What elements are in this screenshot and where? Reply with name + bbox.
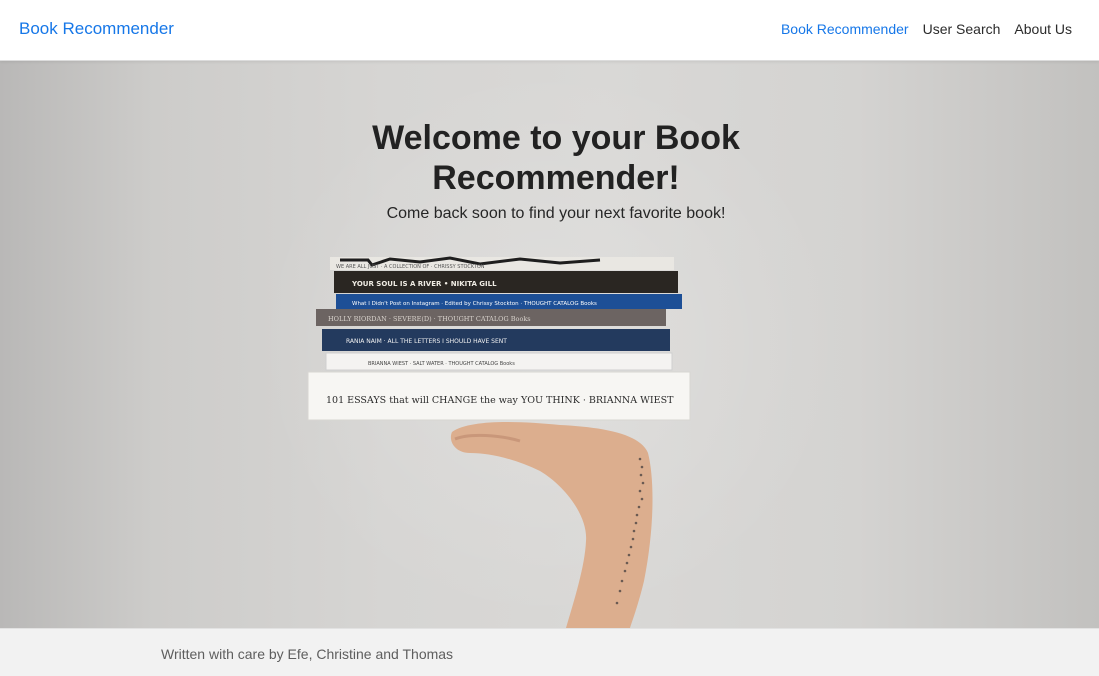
page-footer: Written with care by Efe, Christine and …: [0, 628, 1099, 676]
book-4-spine-text: HOLLY RIORDAN · SEVERE(D) · THOUGHT CATA…: [328, 315, 531, 323]
book-5-spine-text: RANIA NAIM · ALL THE LETTERS I SHOULD HA…: [346, 338, 507, 345]
book-2-spine-text: YOUR SOUL IS A RIVER • NIKITA GILL: [351, 280, 497, 288]
top-navbar: Book Recommender Book Recommender User S…: [0, 0, 1099, 61]
hand-arm: [450, 421, 653, 628]
nav-link-book-recommender[interactable]: Book Recommender: [781, 21, 909, 37]
nav-link-about-us[interactable]: About Us: [1014, 21, 1072, 37]
footer-credits: Written with care by Efe, Christine and …: [161, 646, 454, 662]
hero-banner: WE ARE ALL JUST · A COLLECTION OF · CHRI…: [0, 61, 1099, 628]
book-1-spine-text: WE ARE ALL JUST · A COLLECTION OF · CHRI…: [336, 264, 485, 270]
hero-title: Welcome to your Book Recommender!: [372, 119, 740, 197]
brand-link[interactable]: Book Recommender: [19, 19, 174, 39]
nav-links: Book Recommender User Search About Us: [781, 21, 1072, 37]
hero-subtitle: Come back soon to find your next favorit…: [386, 205, 726, 222]
book-6-spine-text: BRIANNA WIEST · SALT WATER · THOUGHT CAT…: [368, 361, 515, 367]
book-3-spine-text: What I Didn't Post on Instagram · Edited…: [352, 301, 597, 307]
nav-link-user-search[interactable]: User Search: [923, 21, 1001, 37]
book-7-spine-text: 101 ESSAYS that will CHANGE the way YOU …: [326, 395, 674, 406]
